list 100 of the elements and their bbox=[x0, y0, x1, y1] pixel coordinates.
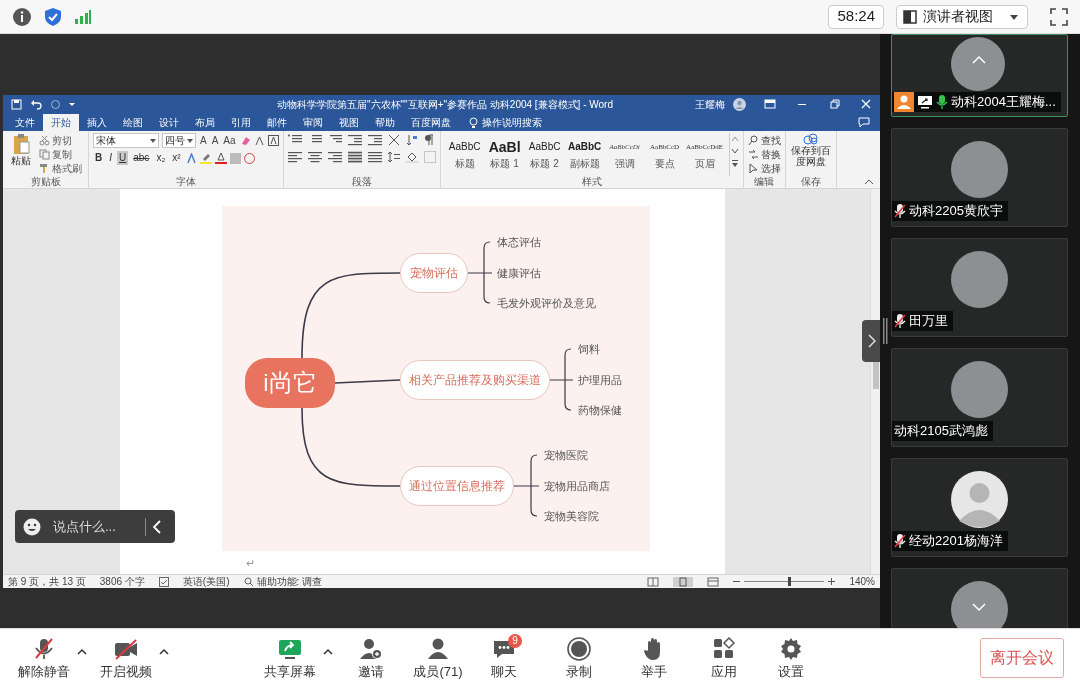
collapse-sidebar-button[interactable] bbox=[862, 320, 882, 362]
accessibility-icon bbox=[243, 576, 254, 587]
toolbar-button[interactable]: 设置 bbox=[759, 632, 823, 683]
tell-me-search[interactable]: 操作说明搜索 bbox=[469, 114, 542, 131]
chevron-up-icon bbox=[864, 178, 874, 185]
chevron-right-icon bbox=[868, 334, 876, 348]
ribbon-tab[interactable]: 审阅 bbox=[295, 114, 331, 131]
search-icon bbox=[747, 134, 759, 146]
chevron-up-icon bbox=[972, 55, 986, 64]
editing-command[interactable]: 选择 bbox=[747, 161, 781, 175]
fullscreen-button[interactable] bbox=[1050, 7, 1068, 26]
ribbon-tab[interactable]: 帮助 bbox=[367, 114, 403, 131]
format-button[interactable]: U bbox=[117, 151, 129, 165]
font-tool-button[interactable]: Aa bbox=[222, 133, 237, 148]
toolbar-button[interactable]: 举手 bbox=[622, 632, 686, 683]
save-to-cloud-button[interactable]: 保存到百度网盘 bbox=[789, 133, 832, 176]
chat-input[interactable]: 说点什么... bbox=[53, 516, 139, 537]
toolbar-button[interactable]: 邀请 bbox=[339, 632, 403, 683]
clipboard-command[interactable]: 剪切 bbox=[39, 133, 82, 147]
style-gallery-scroller[interactable] bbox=[728, 133, 739, 176]
collapse-chat-button[interactable] bbox=[152, 519, 162, 534]
font-tool-button[interactable]: A bbox=[199, 133, 208, 148]
paste-button[interactable]: 粘贴 bbox=[7, 133, 35, 176]
font-name-dropdown[interactable]: 宋体 bbox=[93, 133, 159, 148]
toolbar-button[interactable]: 录制 bbox=[547, 632, 611, 683]
format-button[interactable]: I bbox=[107, 151, 114, 165]
ribbon-display-icon bbox=[764, 99, 776, 109]
toolbar-button[interactable]: 解除静音 bbox=[12, 632, 76, 683]
ribbon-tab[interactable]: 设计 bbox=[151, 114, 187, 131]
toolbar-button[interactable]: 成员(71) bbox=[406, 632, 470, 683]
ribbon-tab[interactable]: 插入 bbox=[79, 114, 115, 131]
accessibility-status[interactable]: 辅助功能: 调查 bbox=[243, 575, 323, 588]
ribbon-tab[interactable]: 邮件 bbox=[259, 114, 295, 131]
align-left-icon bbox=[287, 151, 302, 163]
zoom-level: 140% bbox=[849, 575, 875, 588]
phonetic-guide-icon bbox=[253, 135, 265, 146]
video-off-icon bbox=[114, 636, 138, 661]
toolbar-button[interactable]: 共享屏幕 bbox=[258, 632, 322, 683]
view-mode-dropdown[interactable]: 演讲者视图 bbox=[896, 4, 1028, 29]
style-option[interactable]: AaBbC 副标题 bbox=[564, 133, 605, 176]
meeting-timer: 58:24 bbox=[828, 4, 884, 29]
bracket-line bbox=[513, 454, 540, 517]
undo-icon bbox=[30, 98, 42, 110]
font-tool-button[interactable]: A bbox=[210, 133, 220, 148]
clipboard-command[interactable]: 格式刷 bbox=[39, 161, 82, 175]
chat-input-field[interactable]: 说点什么... bbox=[15, 510, 175, 543]
toolbar-button[interactable]: 开启视频 bbox=[94, 632, 158, 683]
character-border-icon bbox=[267, 135, 279, 146]
options-caret-button[interactable] bbox=[76, 648, 88, 655]
scrollbar-thumb[interactable] bbox=[872, 359, 879, 389]
ribbon-tab[interactable]: 绘图 bbox=[115, 114, 151, 131]
chevron-down-icon bbox=[972, 603, 986, 612]
toolbar-button[interactable]: 聊天 9 bbox=[472, 632, 536, 683]
caret-icon bbox=[323, 648, 333, 655]
format-button[interactable]: x₂ bbox=[154, 151, 168, 165]
chevron-left-icon bbox=[152, 519, 162, 534]
leaf-label: 药物保健 bbox=[578, 403, 622, 417]
ribbon-tab[interactable]: 开始 bbox=[43, 114, 79, 131]
zoom-slider-thumb[interactable] bbox=[788, 577, 792, 586]
ribbon-tab[interactable]: 百度网盘 bbox=[403, 114, 459, 131]
style-option[interactable]: AaBl 标题 1 bbox=[484, 133, 525, 176]
participant-name: 动科2105武鸿彪 bbox=[894, 422, 988, 441]
leaf-label: 健康评估 bbox=[497, 265, 541, 280]
person-icon bbox=[426, 636, 450, 661]
print-layout-button[interactable] bbox=[673, 576, 694, 587]
dropdown-caret-icon bbox=[187, 138, 193, 143]
style-option[interactable]: AaBbC 标题 2 bbox=[524, 133, 565, 176]
leaf-label: 护理用品 bbox=[578, 372, 622, 387]
paragraph-mark: ↵ bbox=[246, 557, 255, 569]
leave-meeting-button[interactable]: 离开会议 bbox=[980, 637, 1064, 678]
style-option[interactable]: AaBbC 标题 bbox=[444, 133, 485, 176]
ribbon-tab[interactable]: 布局 bbox=[187, 114, 223, 131]
settings-icon bbox=[779, 636, 803, 661]
collapse-ribbon-button[interactable] bbox=[864, 178, 874, 185]
shading-icon bbox=[405, 151, 418, 163]
options-caret-button[interactable] bbox=[158, 648, 170, 655]
format-button[interactable]: abc bbox=[131, 151, 152, 165]
user-name: 王耀梅 bbox=[695, 97, 725, 112]
ribbon-tab[interactable]: 文件 bbox=[7, 114, 43, 131]
format-button[interactable]: x² bbox=[170, 151, 183, 165]
proofing-icon bbox=[158, 576, 169, 587]
clipboard-command[interactable]: 复制 bbox=[39, 147, 82, 161]
format-button[interactable]: B bbox=[93, 151, 105, 165]
resize-handle-icon bbox=[883, 318, 888, 344]
distributed-icon bbox=[367, 151, 382, 163]
align-center-icon bbox=[307, 151, 322, 163]
group-label: 段落 bbox=[350, 176, 373, 188]
leaf-label: 宠物美容院 bbox=[544, 509, 599, 523]
options-caret-button[interactable] bbox=[322, 648, 334, 655]
shield-icon bbox=[44, 6, 62, 27]
editing-command[interactable]: 替换 bbox=[747, 147, 781, 161]
group-label: 剪贴板 bbox=[29, 176, 62, 188]
font-size: 四号 bbox=[165, 134, 185, 148]
ribbon-tab[interactable]: 视图 bbox=[331, 114, 367, 131]
apps-grid-icon bbox=[712, 636, 736, 661]
ribbon-tab[interactable]: 引用 bbox=[223, 114, 259, 131]
font-size-dropdown[interactable]: 四号 bbox=[162, 133, 196, 148]
info-icon bbox=[12, 6, 32, 27]
editing-command[interactable]: 查找 bbox=[747, 133, 781, 147]
toolbar-button[interactable]: 应用 bbox=[692, 632, 756, 683]
